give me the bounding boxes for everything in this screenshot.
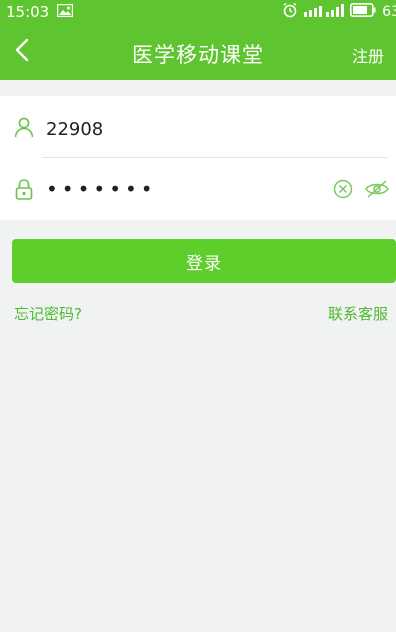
page-title: 医学移动课堂 <box>132 43 264 67</box>
username-input[interactable] <box>46 114 326 144</box>
register-button[interactable]: 注册 <box>352 43 384 67</box>
status-left: 15:03 <box>6 3 74 21</box>
forgot-password-link[interactable]: 忘记密码? <box>14 303 82 324</box>
username-row <box>0 96 396 158</box>
login-button[interactable]: 登录 <box>12 239 396 283</box>
lock-icon <box>12 177 36 201</box>
status-bar: 15:03 63 <box>0 0 396 24</box>
password-row <box>0 158 396 220</box>
password-input[interactable] <box>46 174 326 204</box>
alarm-icon <box>282 2 298 22</box>
clear-circle-icon[interactable] <box>332 178 354 200</box>
app-bar: 医学移动课堂 注册 <box>0 24 396 80</box>
gallery-icon <box>57 3 74 21</box>
battery-level: 63 <box>382 4 396 20</box>
battery-icon <box>350 3 376 21</box>
login-form <box>0 96 396 220</box>
status-right: 63 <box>282 2 396 22</box>
eye-off-icon[interactable] <box>364 178 390 200</box>
status-time: 15:03 <box>6 3 50 21</box>
contact-support-link[interactable]: 联系客服 <box>328 303 388 324</box>
user-icon <box>12 115 36 139</box>
signal-icon <box>304 3 345 21</box>
